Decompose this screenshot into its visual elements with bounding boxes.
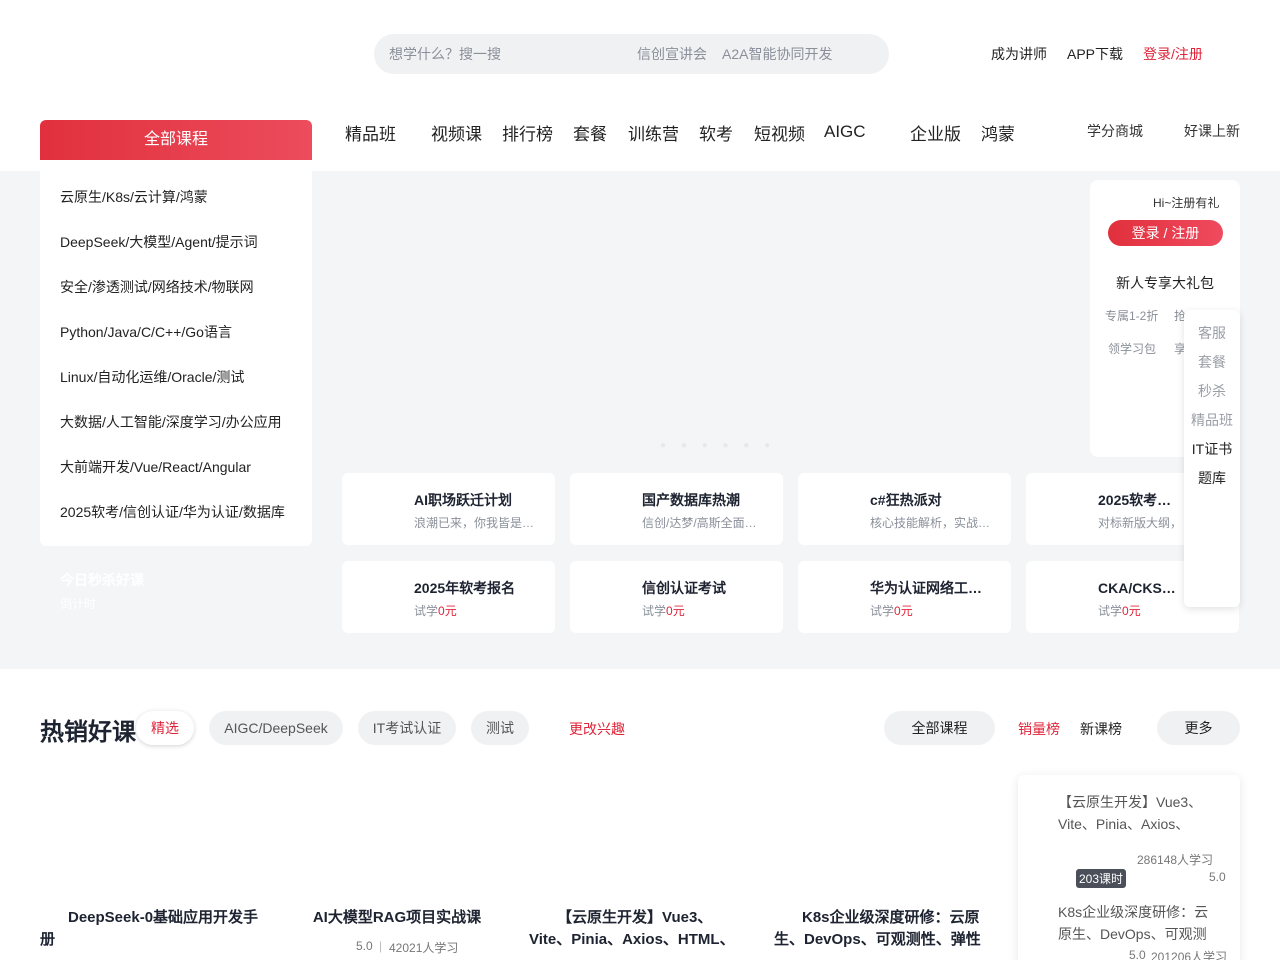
search-input[interactable]: 想学什么？搜一搜 [389, 44, 501, 64]
category-item[interactable]: 2025软考/信创认证/华为认证/数据库 [60, 502, 285, 522]
ranking-item-rating: 5.0 [1129, 948, 1146, 960]
nav-item-video[interactable]: 视频课 [431, 120, 482, 145]
exam-card-title: 信创认证考试 [642, 580, 726, 596]
nav-item-ruankao[interactable]: 软考 [699, 120, 733, 145]
feature-card-sub: 核心技能解析，实战提升 [870, 516, 992, 530]
side-menu-service[interactable]: 客服 [1184, 323, 1240, 343]
ranking-item-title[interactable]: K8s企业级深度研修：云原生、DevOps、可观测性 [1058, 901, 1218, 945]
category-item[interactable]: Python/Java/C/C++/Go语言 [60, 322, 232, 342]
nav-item-package[interactable]: 套餐 [573, 120, 607, 145]
tab-testing[interactable]: 测试 [471, 711, 529, 745]
hot-search-2[interactable]: A2A智能协同开发 [722, 44, 832, 64]
hot-search-1[interactable]: 信创宣讲会 [637, 44, 707, 64]
exam-card-trial: 试学0元 [1098, 604, 1141, 618]
all-courses-tab[interactable]: 全部课程 [40, 120, 312, 160]
carousel-dots[interactable]: ● ● ● ● ● ● [660, 440, 776, 451]
course-title[interactable]: DeepSeek-0基础应用开发手册 [40, 907, 270, 951]
nav-item-camp[interactable]: 训练营 [628, 120, 679, 145]
nav-item-new-courses[interactable]: 好课上新 [1184, 121, 1240, 141]
sales-ranking-tab[interactable]: 销量榜 [1018, 719, 1060, 739]
new-ranking-tab[interactable]: 新课榜 [1080, 719, 1122, 739]
login-register-link[interactable]: 登录/注册 [1143, 44, 1203, 64]
nav-item-short-video[interactable]: 短视频 [754, 120, 805, 145]
nav-item-premium[interactable]: 精品班 [345, 120, 396, 145]
feature-card-sub: 对标新版大纲， [1098, 516, 1183, 530]
seckill-countdown: 倒计时 [60, 597, 97, 611]
course-filter-dropdown[interactable]: 全部课程 [884, 711, 995, 745]
exam-card-trial: 试学0元 [870, 604, 913, 618]
course-title[interactable]: AI大模型RAG项目实战课 [297, 907, 497, 929]
side-menu-seckill[interactable]: 秒杀 [1184, 381, 1240, 401]
nav-item-aigc[interactable]: AIGC [824, 122, 866, 142]
ranking-item-learners: 286148人学习 [1137, 853, 1214, 867]
course-learners: 42021人学习 [389, 941, 459, 955]
nav-item-harmony[interactable]: 鸿蒙 [981, 120, 1015, 145]
exam-card-trial: 试学0元 [642, 604, 685, 618]
become-teacher-link[interactable]: 成为讲师 [991, 44, 1047, 64]
ranking-item-rating: 5.0 [1209, 870, 1226, 884]
feature-card-title: c#狂热派对 [870, 492, 942, 508]
more-button[interactable]: 更多 [1157, 711, 1240, 745]
side-menu-package[interactable]: 套餐 [1184, 352, 1240, 372]
login-register-button[interactable]: 登录 / 注册 [1108, 220, 1223, 246]
nav-item-ranking[interactable]: 排行榜 [502, 120, 553, 145]
ranking-item-title[interactable]: 【云原生开发】Vue3、Vite、Pinia、Axios、HTML [1058, 791, 1218, 835]
feature-card-sub: 信创/达梦/高斯全面解析 [642, 516, 760, 530]
category-item[interactable]: 大前端开发/Vue/React/Angular [60, 457, 251, 477]
exam-card-title: 2025年软考报名 [414, 580, 516, 596]
lessons-badge: 203课时 [1076, 869, 1127, 888]
category-item[interactable]: 云原生/K8s/云计算/鸿蒙 [60, 187, 208, 207]
newbie-gift-title[interactable]: 新人专享大礼包 [1116, 273, 1214, 293]
category-item[interactable]: 安全/渗透测试/网络技术/物联网 [60, 277, 254, 297]
exam-card-title: CKA/CKS认证 [1098, 580, 1184, 596]
exam-card-trial: 试学0元 [414, 604, 457, 618]
ranking-item-learners: 201206人学习 [1151, 950, 1228, 960]
category-item[interactable]: DeepSeek/大模型/Agent/提示词 [60, 232, 258, 252]
side-menu-it-cert[interactable]: IT证书 [1184, 439, 1240, 459]
tab-it-exam[interactable]: IT考试认证 [358, 711, 456, 745]
course-rating: 5.0 [356, 939, 373, 953]
perk-study-pack: 领学习包 [1108, 342, 1157, 356]
category-item[interactable]: 大数据/人工智能/深度学习/办公应用 [60, 412, 282, 432]
app-download-link[interactable]: APP下载 [1067, 44, 1123, 64]
category-panel [40, 160, 312, 546]
seckill-title[interactable]: 今日秒杀好课 [60, 570, 144, 590]
nav-item-enterprise[interactable]: 企业版 [910, 120, 961, 145]
tab-aigc-deepseek[interactable]: AIGC/DeepSeek [209, 711, 343, 745]
exam-card-title: 华为认证网络工程师 [870, 580, 986, 596]
feature-card-title: 国产数据库热潮 [642, 492, 740, 508]
feature-card-title: 2025软考黄金 [1098, 492, 1184, 508]
greeting-text: Hi~注册有礼 [1153, 196, 1220, 210]
course-title[interactable]: 【云原生开发】Vue3、Vite、Pinia、Axios、HTML、JS [529, 907, 741, 951]
side-menu-question-bank[interactable]: 题库 [1184, 468, 1240, 488]
meta-divider: | [379, 939, 383, 953]
feature-card-sub: 浪潮已来，你我皆是弄潮儿 [414, 516, 538, 530]
section-title: 热销好课 [40, 719, 136, 746]
tab-featured[interactable]: 精选 [136, 711, 194, 745]
perk-discount: 专属1-2折 [1105, 309, 1159, 323]
course-title[interactable]: K8s企业级深度研修：云原生、DevOps、可观测性、弹性伸缩 [774, 907, 986, 951]
change-interest-link[interactable]: 更改兴趣 [569, 719, 625, 739]
feature-card-title: AI职场跃迁计划 [414, 492, 512, 508]
category-item[interactable]: Linux/自动化运维/Oracle/测试 [60, 367, 244, 387]
side-menu-premium[interactable]: 精品班 [1184, 410, 1240, 430]
nav-item-credit-mall[interactable]: 学分商城 [1087, 121, 1143, 141]
